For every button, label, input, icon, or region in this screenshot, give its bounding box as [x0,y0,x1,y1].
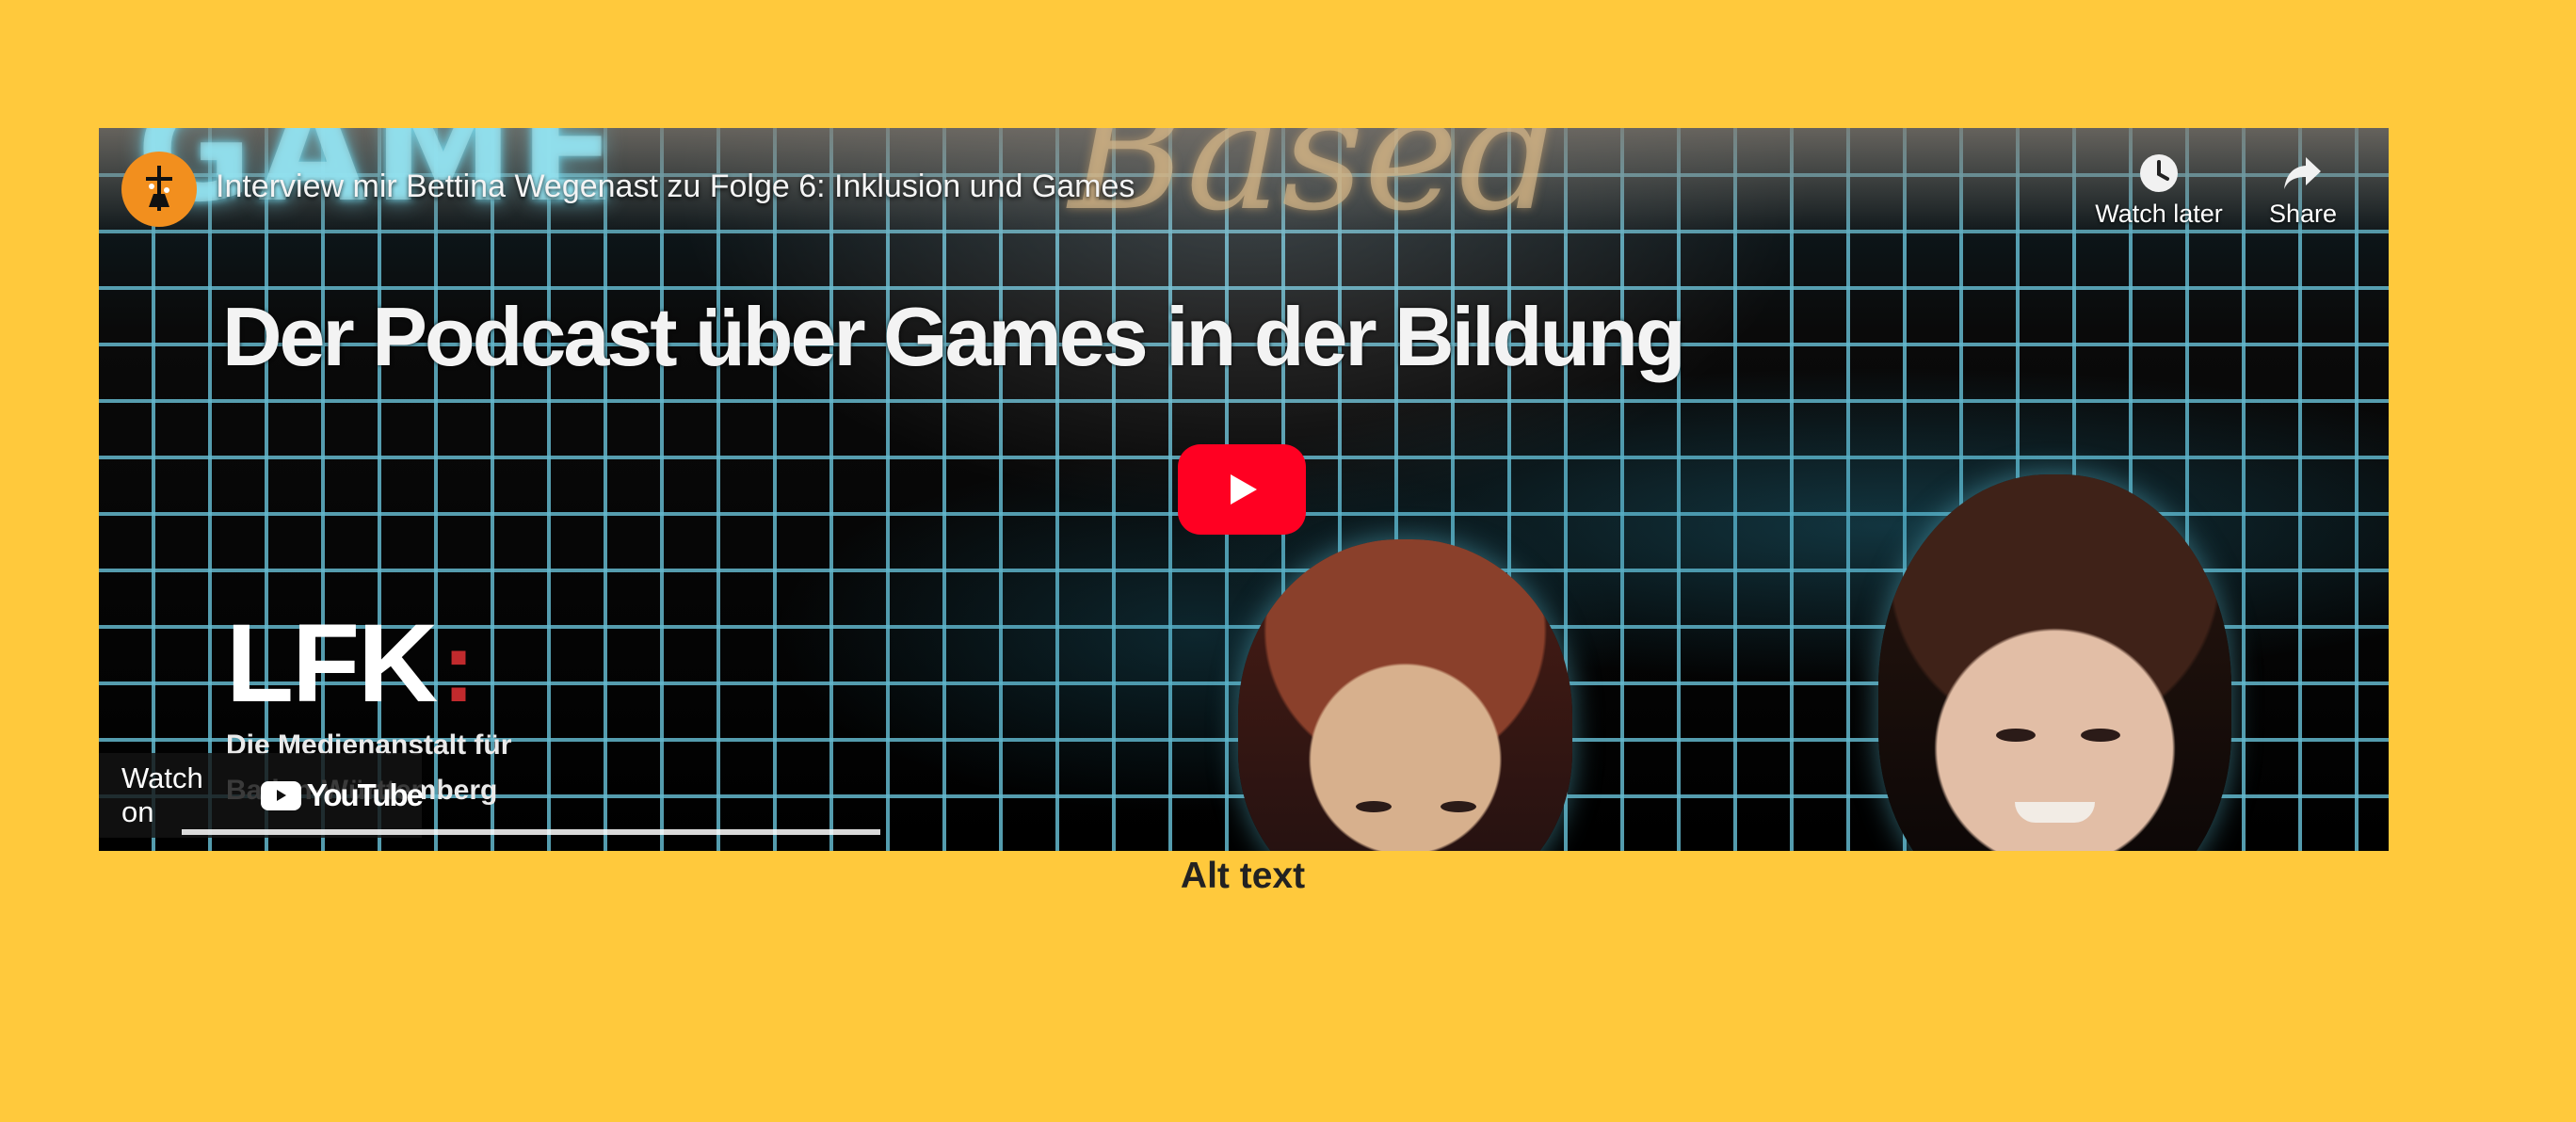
play-button[interactable] [1178,444,1306,535]
youtube-logo: YouTube [260,777,424,813]
thumbnail-headline: Der Podcast über Games in der Bildung [222,290,1686,383]
lfk-logo: LFK: [226,608,838,719]
video-progress-bar[interactable] [182,829,880,835]
watch-later-label: Watch later [2095,200,2223,228]
watch-on-youtube-button[interactable]: Watch on YouTube [99,753,424,838]
thumbnail-based-word: Based [1069,128,1561,247]
youtube-embed[interactable]: GAME Based Der Podcast über Games in der… [99,128,2389,851]
lfk-logo-text: LFK [226,601,438,726]
speaker-right-eye [1996,729,2036,742]
share-label: Share [2268,200,2338,228]
speaker-right-eye [2081,729,2120,742]
clock-icon [2084,151,2234,196]
share-icon [2246,151,2359,196]
youtube-play-icon [260,780,301,810]
watch-on-label: Watch on [121,761,203,828]
share-button[interactable]: Share [2246,151,2359,229]
alt-text-caption: Alt text [1180,856,1306,896]
play-icon [1231,474,1257,505]
youtube-logo-text: YouTube [306,777,424,812]
channel-avatar[interactable] [121,152,197,227]
video-title[interactable]: Interview mir Bettina Wegenast zu Folge … [216,168,1135,206]
speaker-left-eye [1441,801,1476,812]
speaker-left-eye [1356,801,1392,812]
channel-avatar-icon [146,166,172,211]
speaker-right-smile [2015,802,2095,823]
watch-later-button[interactable]: Watch later [2084,151,2234,229]
lfk-logo-colon: : [442,612,475,723]
